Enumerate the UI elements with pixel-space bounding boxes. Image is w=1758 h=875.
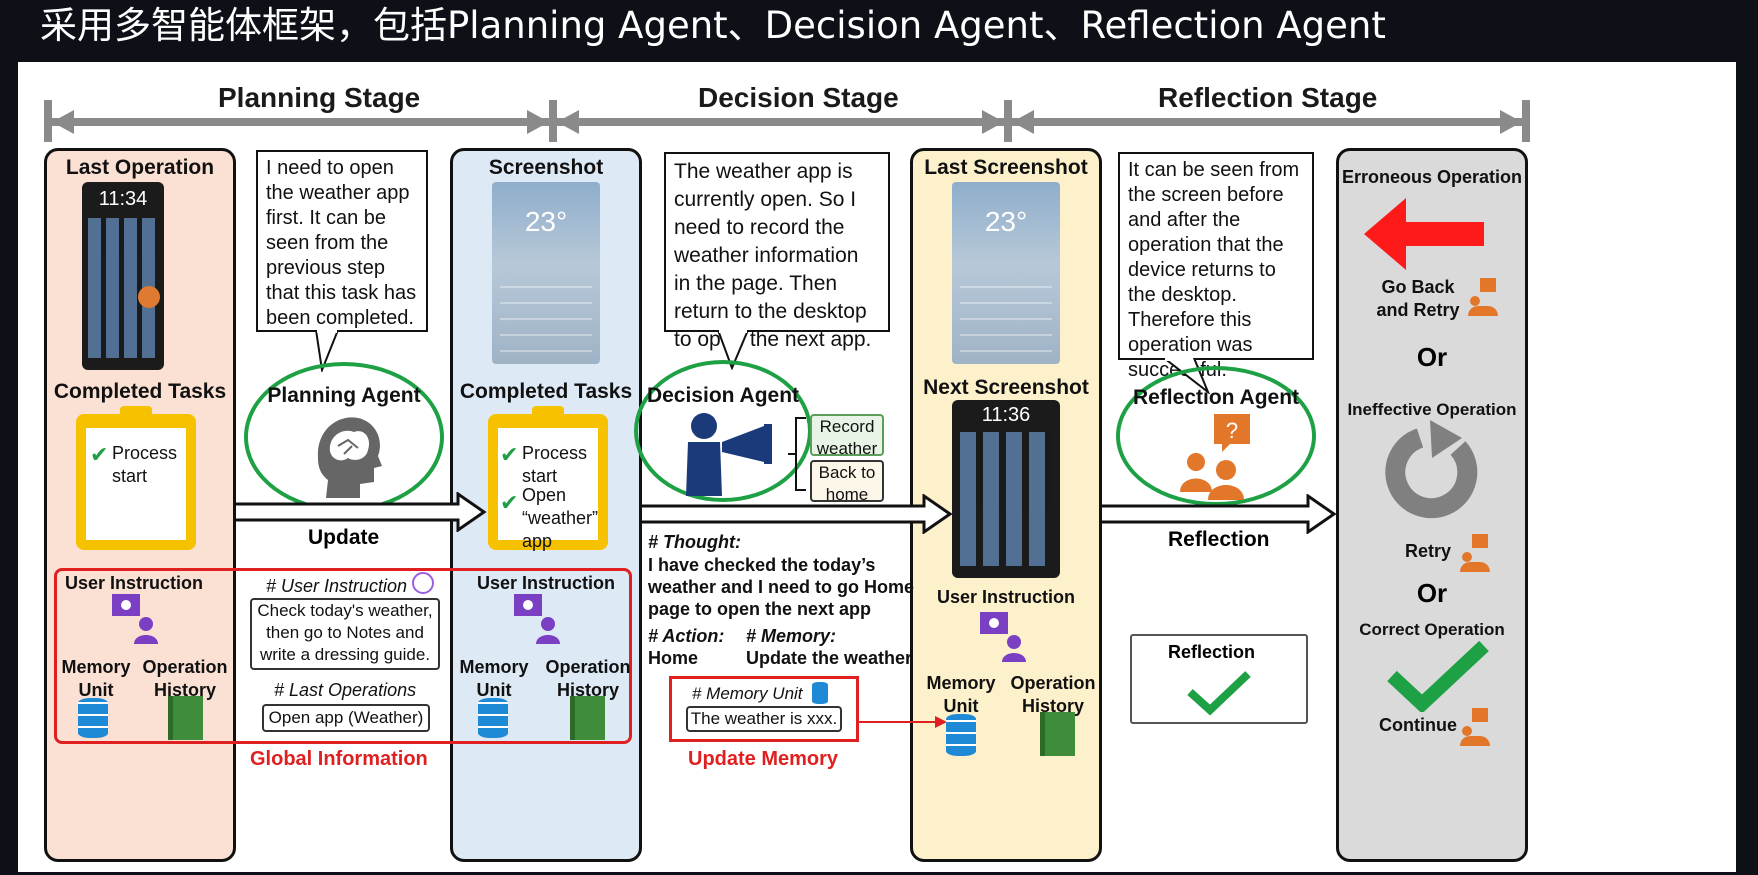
clipboard-icon-2: ✔ Process start ✔ Open “weather” app bbox=[488, 406, 608, 551]
thought-label: # Thought: bbox=[648, 532, 741, 552]
options-brace bbox=[788, 417, 806, 491]
update-memory-label: Update Memory bbox=[688, 748, 839, 770]
success-check-icon bbox=[1187, 671, 1251, 716]
memory-unit-label: Memory Unit bbox=[61, 657, 131, 700]
agent-people-icon bbox=[1460, 708, 1490, 748]
reflection-thought-bubble: It can be seen from the screen before an… bbox=[1118, 152, 1314, 381]
check-icon: ✔ bbox=[90, 442, 109, 467]
planning-stage-label: Planning Stage bbox=[218, 82, 421, 113]
completed-tasks-title-2: Completed Tasks bbox=[459, 380, 633, 403]
database-icon bbox=[946, 714, 976, 756]
or-divider-2: Or bbox=[1416, 578, 1448, 608]
instruction-block-label: # User Instruction bbox=[266, 576, 408, 596]
diagram-slide: Planning Stage Decision Stage Reflection… bbox=[18, 62, 1736, 872]
planning-thought-bubble: I need to open the weather app first. It… bbox=[256, 150, 428, 332]
task-item: Process start bbox=[112, 443, 178, 486]
history-book-icon bbox=[570, 696, 605, 740]
last-operations-value: Open app (Weather) bbox=[262, 704, 430, 732]
last-screenshot-title: Last Screenshot bbox=[924, 156, 1088, 179]
last-weather-screenshot: 23° bbox=[952, 182, 1060, 364]
database-icon bbox=[812, 682, 828, 704]
last-operations-label: # Last Operations bbox=[274, 680, 417, 700]
memory-value: Update the weather bbox=[746, 648, 913, 668]
brain-head-icon bbox=[317, 417, 382, 498]
global-information-label: Global Information bbox=[250, 748, 428, 770]
reflection-agent-label: Reflection Agent bbox=[1132, 386, 1300, 409]
memory-unit-label: # Memory Unit bbox=[692, 684, 803, 703]
reflection-result-label: Reflection bbox=[1168, 642, 1256, 662]
megaphone-person-icon bbox=[686, 413, 772, 496]
continue-label: Continue bbox=[1379, 715, 1457, 735]
decision-stage-label: Decision Stage bbox=[698, 82, 899, 113]
phone-time: 11:36 bbox=[981, 404, 1031, 426]
task-item: Open “weather” app bbox=[522, 485, 599, 551]
memory-unit-value: The weather is xxx. bbox=[686, 706, 842, 732]
check-icon: ✔ bbox=[500, 442, 519, 467]
check-icon: ✔ bbox=[500, 490, 519, 515]
reflection-people-icon: ? bbox=[1180, 414, 1250, 500]
reflection-arrow-label: Reflection bbox=[1168, 528, 1270, 551]
retry-label: Retry bbox=[1404, 541, 1452, 561]
or-divider-1: Or bbox=[1416, 342, 1448, 372]
decision-thought-bubble: The weather app is currently open. So I … bbox=[664, 152, 890, 351]
next-phone-screenshot: 11:36 bbox=[952, 400, 1060, 578]
update-label: Update bbox=[308, 526, 380, 549]
forecast-rows bbox=[960, 272, 1052, 352]
memory-unit-label-2: Memory Unit bbox=[459, 657, 529, 700]
user-instruction-icon bbox=[112, 594, 158, 644]
clipboard-icon: ✔ Process start bbox=[76, 406, 196, 550]
correct-check-icon bbox=[1387, 640, 1489, 712]
action-value: Home bbox=[648, 648, 699, 668]
user-instruction-icon bbox=[980, 612, 1026, 662]
memory-label: # Memory: bbox=[746, 626, 837, 646]
svg-text:?: ? bbox=[1226, 418, 1238, 443]
weather-temp: 23° bbox=[984, 206, 1028, 237]
action-label: # Action: bbox=[648, 626, 725, 646]
retry-circle-icon bbox=[1385, 420, 1478, 519]
memory-unit-label: Memory Unit bbox=[926, 673, 996, 716]
completed-tasks-title: Completed Tasks bbox=[53, 380, 227, 403]
go-back-arrow-icon bbox=[1364, 198, 1484, 270]
database-icon bbox=[478, 698, 508, 738]
history-book-icon bbox=[168, 696, 203, 740]
tap-hand-icon bbox=[138, 286, 160, 308]
go-back-retry-label: Go Back and Retry bbox=[1376, 277, 1460, 320]
weather-temp: 23° bbox=[524, 206, 568, 237]
user-instruction-icon bbox=[514, 594, 560, 644]
screenshot-title: Screenshot bbox=[488, 156, 604, 179]
decision-arrow bbox=[642, 494, 953, 534]
database-icon bbox=[78, 698, 108, 738]
erroneous-operation-label: Erroneous Operation bbox=[1341, 167, 1523, 187]
phone-time: 11:34 bbox=[98, 188, 148, 210]
instruction-text-box: Check today's weather, then go to Notes … bbox=[250, 598, 440, 670]
reflection-stage-label: Reflection Stage bbox=[1158, 82, 1378, 113]
record-weather-option: Record weather bbox=[810, 414, 884, 458]
lightbulb-icon bbox=[412, 572, 434, 594]
agent-people-icon bbox=[1460, 534, 1490, 574]
thought-text: I have checked the today’s weather and I… bbox=[648, 555, 915, 619]
slide-title: 采用多智能体框架，包括Planning Agent、Decision Agent… bbox=[40, 4, 1386, 47]
weather-screenshot: 23° bbox=[492, 182, 600, 364]
task-item: Process start bbox=[522, 443, 588, 486]
reflection-result-box: Reflection bbox=[1130, 634, 1308, 724]
history-book-icon bbox=[1040, 712, 1075, 756]
correct-operation-label: Correct Operation bbox=[1359, 620, 1505, 639]
planning-agent-label: Planning Agent bbox=[267, 384, 421, 407]
user-instruction-label: User Instruction bbox=[936, 587, 1076, 607]
forecast-rows bbox=[500, 272, 592, 352]
agent-people-icon bbox=[1468, 278, 1498, 318]
phone-screenshot: 11:34 bbox=[82, 182, 164, 370]
app-grid bbox=[960, 432, 1052, 566]
decision-agent-label: Decision Agent bbox=[646, 384, 800, 407]
last-operation-title: Last Operation bbox=[65, 156, 215, 179]
next-screenshot-title: Next Screenshot bbox=[923, 376, 1089, 399]
